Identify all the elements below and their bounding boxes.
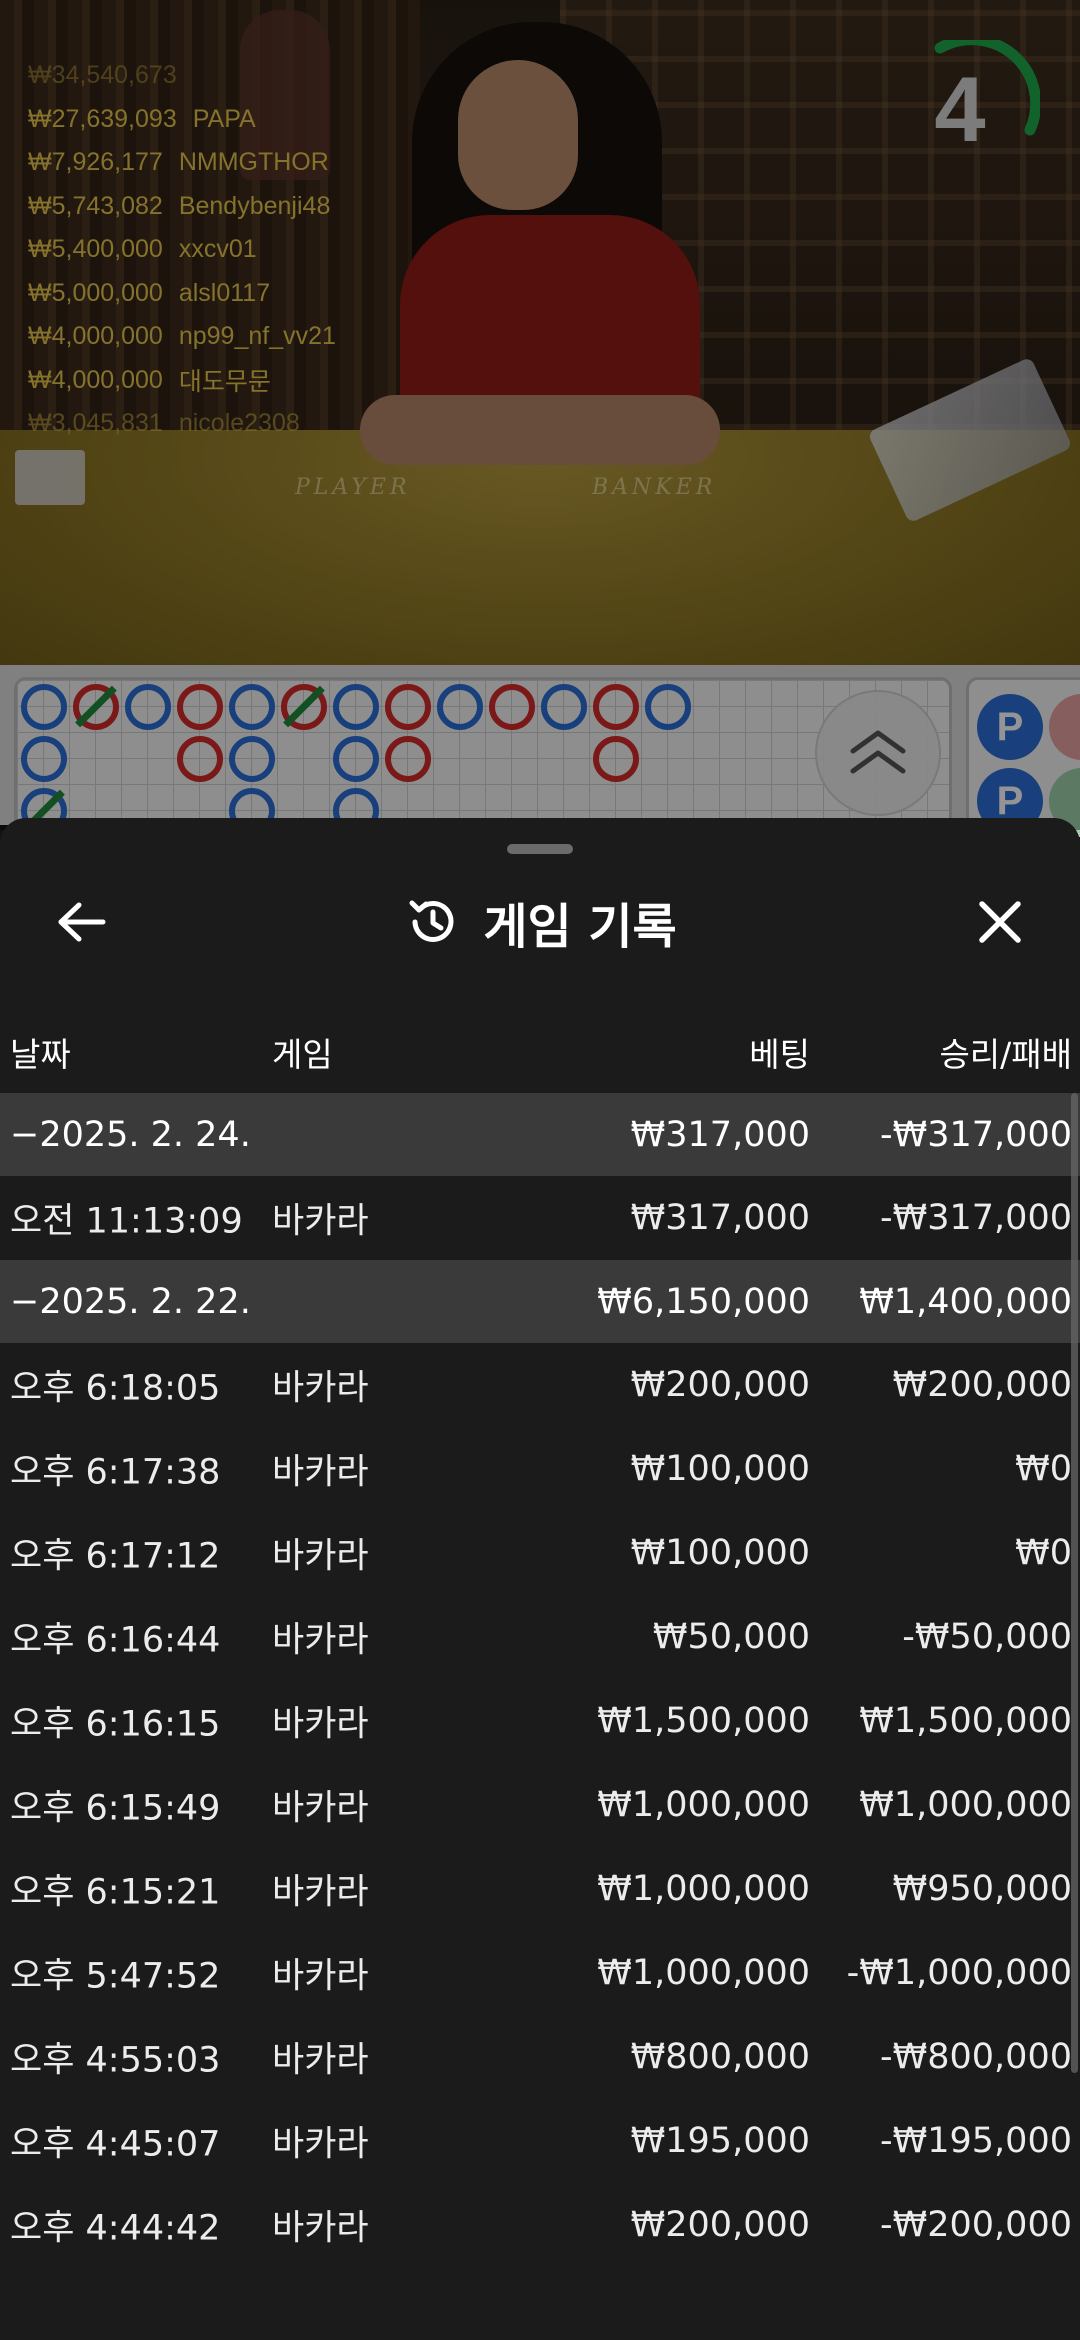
close-button[interactable] [958,880,1042,964]
row-win-loss: ₩950,000 [892,1869,1072,1909]
row-time: 오후 6:16:44 [10,1620,221,1661]
row-game: 바카라 [272,1788,369,1829]
row-bet: ₩200,000 [630,1365,810,1405]
history-row[interactable]: 오후 6:17:38 바카라 ₩100,000 ₩0 [0,1427,1080,1511]
list-fade [0,2258,1080,2340]
row-time: 오후 4:55:03 [10,2040,221,2081]
history-row[interactable]: 오후 6:17:12 바카라 ₩100,000 ₩0 [0,1511,1080,1595]
sheet-title: 게임 기록 [483,899,677,955]
date-group-row[interactable]: −2025. 2. 22. ₩6,150,000 ₩1,400,000 [0,1260,1080,1343]
column-header-game[interactable]: 게임 [272,1028,333,1076]
row-win-loss: -₩1,000,000 [846,1953,1072,1993]
row-bet: ₩100,000 [630,1533,810,1573]
group-bet-total: ₩6,150,000 [597,1281,810,1322]
row-time: 오후 6:15:21 [10,1872,221,1913]
history-table: 날짜 게임 베팅 승리/패배 −2025. 2. 24. ₩317,000 -₩31… [0,998,1080,2267]
game-history-sheet: 게임 기록 날짜 게임 베팅 승리/패배 −2025. 2. 24. ₩317,0… [0,818,1080,2340]
drag-handle[interactable] [507,844,573,854]
history-row[interactable]: 오후 6:16:44 바카라 ₩50,000 -₩50,000 [0,1595,1080,1679]
history-row[interactable]: 오후 6:16:15 바카라 ₩1,500,000 ₩1,500,000 [0,1679,1080,1763]
scrollbar[interactable] [1071,1093,1078,2073]
row-bet: ₩50,000 [652,1617,810,1657]
history-row[interactable]: 오후 6:18:05 바카라 ₩200,000 ₩200,000 [0,1343,1080,1427]
row-win-loss: -₩200,000 [880,2205,1072,2245]
sheet-header: 게임 기록 [0,880,1080,964]
row-game: 바카라 [272,2124,369,2165]
row-time: 오후 6:15:49 [10,1788,221,1829]
group-bet-total: ₩317,000 [630,1114,810,1155]
row-game: 바카라 [272,1956,369,1997]
date-group-row[interactable]: −2025. 2. 24. ₩317,000 -₩317,000 [0,1093,1080,1176]
row-time: 오전 11:13:09 [10,1201,243,1242]
row-bet: ₩800,000 [630,2037,810,2077]
history-row[interactable]: 오후 5:47:52 바카라 ₩1,000,000 -₩1,000,000 [0,1931,1080,2015]
row-bet: ₩1,000,000 [597,1869,810,1909]
row-bet: ₩1,000,000 [597,1785,810,1825]
row-win-loss: -₩195,000 [880,2121,1072,2161]
row-bet: ₩317,000 [630,1198,810,1238]
row-bet: ₩100,000 [630,1449,810,1489]
column-header-date[interactable]: 날짜 [10,1028,71,1076]
row-bet: ₩1,500,000 [597,1701,810,1741]
row-time: 오후 6:16:15 [10,1704,221,1745]
row-win-loss: -₩800,000 [880,2037,1072,2077]
row-win-loss: ₩0 [1015,1449,1072,1489]
row-time: 오후 6:17:38 [10,1452,221,1493]
group-date: −2025. 2. 22. [10,1281,251,1322]
history-row[interactable]: 오후 4:45:07 바카라 ₩195,000 -₩195,000 [0,2099,1080,2183]
row-win-loss: ₩1,500,000 [859,1701,1072,1741]
row-time: 오후 4:45:07 [10,2124,221,2165]
row-game: 바카라 [272,2040,369,2081]
row-game: 바카라 [272,1368,369,1409]
history-icon [409,900,454,942]
row-game: 바카라 [272,1452,369,1493]
column-header-win-loss[interactable]: 승리/패배 [939,1028,1072,1076]
row-bet: ₩200,000 [630,2205,810,2245]
group-win-loss-total: ₩1,400,000 [859,1281,1072,1322]
row-win-loss: ₩0 [1015,1533,1072,1573]
close-icon [979,901,1021,943]
back-button[interactable] [40,880,124,964]
row-game: 바카라 [272,1620,369,1661]
dim-overlay[interactable] [0,0,1080,830]
row-win-loss: ₩200,000 [892,1365,1072,1405]
history-row[interactable]: 오후 4:55:03 바카라 ₩800,000 -₩800,000 [0,2015,1080,2099]
history-row[interactable]: 오전 11:13:09 바카라 ₩317,000 -₩317,000 [0,1176,1080,1260]
group-win-loss-total: -₩317,000 [880,1114,1072,1155]
group-date: −2025. 2. 24. [10,1114,251,1155]
row-time: 오후 6:18:05 [10,1368,221,1409]
row-game: 바카라 [272,2208,369,2249]
row-game: 바카라 [272,1872,369,1913]
history-rows: −2025. 2. 24. ₩317,000 -₩317,000 오전 11:13:0… [0,1093,1080,2267]
row-time: 오후 5:47:52 [10,1956,221,1997]
row-bet: ₩195,000 [630,2121,810,2161]
history-row[interactable]: 오후 6:15:49 바카라 ₩1,000,000 ₩1,000,000 [0,1763,1080,1847]
row-win-loss: -₩317,000 [880,1198,1072,1238]
row-game: 바카라 [272,1704,369,1745]
history-row[interactable]: 오후 4:44:42 바카라 ₩200,000 -₩200,000 [0,2183,1080,2267]
row-game: 바카라 [272,1201,369,1242]
row-time: 오후 6:17:12 [10,1536,221,1577]
row-win-loss: ₩1,000,000 [859,1785,1072,1825]
table-header: 날짜 게임 베팅 승리/패배 [0,998,1080,1093]
arrow-left-icon [58,902,106,942]
row-win-loss: -₩50,000 [902,1617,1072,1657]
history-row[interactable]: 오후 6:15:21 바카라 ₩1,000,000 ₩950,000 [0,1847,1080,1931]
row-game: 바카라 [272,1536,369,1577]
row-time: 오후 4:44:42 [10,2208,221,2249]
row-bet: ₩1,000,000 [597,1953,810,1993]
column-header-bet[interactable]: 베팅 [749,1028,810,1076]
